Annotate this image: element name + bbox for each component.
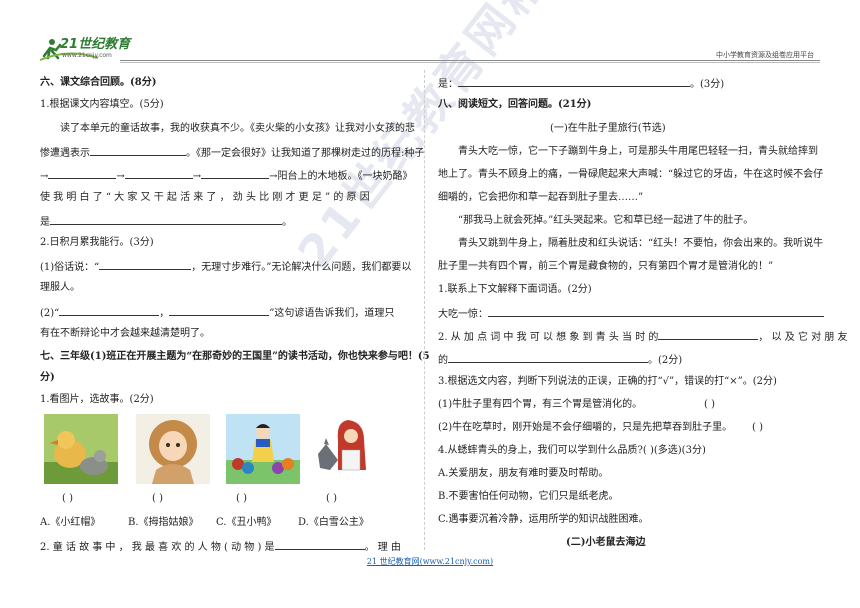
answer-blank[interactable] (488, 306, 824, 317)
section-8-title: 八、阅读短文，回答问题。(21分) (438, 99, 592, 110)
q2-1-cont: 理服人。 (40, 282, 80, 293)
answer-blank[interactable] (50, 214, 282, 225)
answer-bracket[interactable]: ( ) (326, 492, 337, 506)
logo-text: 21世纪教育 (60, 37, 131, 52)
reading-q3-2: (2)牛在吃草时，刚开始是不会仔细嚼的，只是先把草吞到肚子里。 (438, 422, 733, 433)
option-a: A.《小红帽》 (40, 517, 101, 528)
option-c: C.《丑小鸭》 (216, 517, 277, 528)
answer-blank[interactable] (448, 352, 648, 363)
passage-p1-line1: 青头大吃一惊，它一下子蹦到牛身上，可是那头牛用尾巴轻轻一扫，青头就给摔到 (458, 146, 818, 157)
q1-line1: 读了本单元的童话故事，我的收获真不少。《卖火柴的小女孩》让我对小女孩的悲 (60, 123, 415, 134)
q7-1: 1.看图片，选故事。(2分) (40, 394, 154, 405)
picture-little-red-riding-hood (312, 414, 386, 484)
passage-p3-line1: 青头又跳到牛身上，隔着肚皮和红头说话：“红头！不要怕，你会出来的。我听说牛 (458, 238, 824, 249)
answer-blank[interactable] (48, 168, 117, 179)
answer-blank[interactable] (658, 329, 759, 340)
column-divider (424, 70, 425, 550)
answer-blank[interactable] (99, 259, 192, 270)
reading-q1: 1.联系上下文解释下面词语。(2分) (438, 284, 592, 295)
picture-thumbelina (136, 414, 210, 484)
passage-p1-line2: 地上了。青头不顾身上的痛，一骨碌爬起来大声喊：“躲过它的牙齿，牛在这时候不会仔 (438, 169, 824, 180)
picture-snow-white (226, 414, 300, 484)
answer-blank[interactable] (59, 305, 160, 316)
passage-p1-line3: 细嚼的，它会把你和草一起吞到肚子里去……” (438, 192, 644, 203)
footer-link[interactable]: 21 世纪教育网(www.21cnjy.com) (0, 556, 860, 567)
logo-subtext: www.21cnjy.com (62, 52, 112, 59)
section-6-title: 六、课文综合回顾。(8分) (40, 77, 157, 88)
picture-ugly-duckling (44, 414, 118, 484)
answer-blank[interactable] (90, 145, 186, 156)
passage-1-title: (一)在牛肚子里旅行(节选) (550, 123, 666, 134)
answer-bracket[interactable]: ( ) (704, 398, 715, 412)
q1-line4: 使 我 明 白 了 “ 大 家 又 干 起 活 来 了 ， 劲 头 比 刚 才 … (40, 192, 370, 203)
q1-line3: → → → →阳台上的木地板。《一块奶酪》 (40, 168, 413, 184)
reading-q4-option-a: A.关爱朋友，朋友有难时要及时帮助。 (438, 468, 609, 479)
q1-line2: 惨遭遇表示 。《那一定会很好》让我知道了那棵树走过的历程:种子 (40, 145, 424, 161)
section-7-title-cont: 分) (40, 372, 55, 383)
reading-q1-word: 大吃一惊： (438, 306, 824, 322)
answer-blank[interactable] (124, 168, 193, 179)
reading-q2-cont: 的。(2分) (438, 352, 682, 368)
passage-2-title: (二)小老鼠去海边 (566, 537, 646, 548)
answer-bracket[interactable]: ( ) (236, 492, 247, 506)
reading-q4-option-b: B.不要害怕任何动物，它们只是纸老虎。 (438, 491, 619, 502)
reading-q4-option-c: C.遇事要沉着冷静，运用所学的知识战胜困难。 (438, 514, 649, 525)
answer-bracket[interactable]: ( ) (152, 492, 163, 506)
answer-bracket[interactable]: ( ) (62, 492, 73, 506)
answer-blank[interactable] (274, 539, 365, 550)
q2-2: (2)“， ”这句谚语告诉我们，道理只 (40, 305, 394, 321)
answer-blank[interactable] (458, 76, 690, 87)
question-2: 2.日积月累我能行。(3分) (40, 237, 154, 248)
q2-2-cont: 有在不断辩论中才会越来越清楚明了。 (40, 328, 210, 339)
q7-2-cont: 是： 。(3分) (438, 76, 724, 92)
answer-blank[interactable] (169, 305, 270, 316)
reading-q3-1: (1)牛肚子里有四个胃，有三个胃是管消化的。 (438, 399, 643, 410)
reading-q2: 2. 从 加 点 词 中 我 可 以 想 象 到 青 头 当 时 的， 以 及 … (438, 329, 847, 345)
section-7-title: 七、三年级(1)班正在开展主题为“在那奇妙的王国里”的读书活动，你也快来参与吧！… (40, 351, 430, 362)
answer-bracket[interactable]: ( ) (752, 421, 763, 435)
q7-2: 2. 童 话 故 事 中 ， 我 最 喜 欢 的 人 物 ( 动 物 ) 是。 … (40, 539, 401, 555)
question-1: 1.根据课文内容填空。(5分) (40, 99, 164, 110)
q2-1: (1)俗话说：“ ，无理寸步难行。”无论解决什么问题，我们都要以 (40, 259, 411, 275)
q1-line5: 是。 (40, 214, 292, 230)
option-b: B.《拇指姑娘》 (128, 517, 199, 528)
option-d: D.《白雪公主》 (298, 517, 369, 528)
reading-q4: 4.从蟋蟀青头的身上，我们可以学到什么品质?( )(多选)(3分) (438, 445, 706, 456)
reading-q3: 3.根据选文内容，判断下列说法的正误，正确的打“√”，错误的打“×”。(2分) (438, 376, 777, 387)
answer-blank[interactable] (201, 168, 270, 179)
passage-p2: “那我马上就会死掉。”红头哭起来。它和草已经一起进了牛的肚子。 (458, 215, 754, 226)
passage-p3-line2: 肚子里一共有四个胃，前三个胃是藏食物的，只有第四个胃才是管消化的！” (438, 261, 774, 272)
